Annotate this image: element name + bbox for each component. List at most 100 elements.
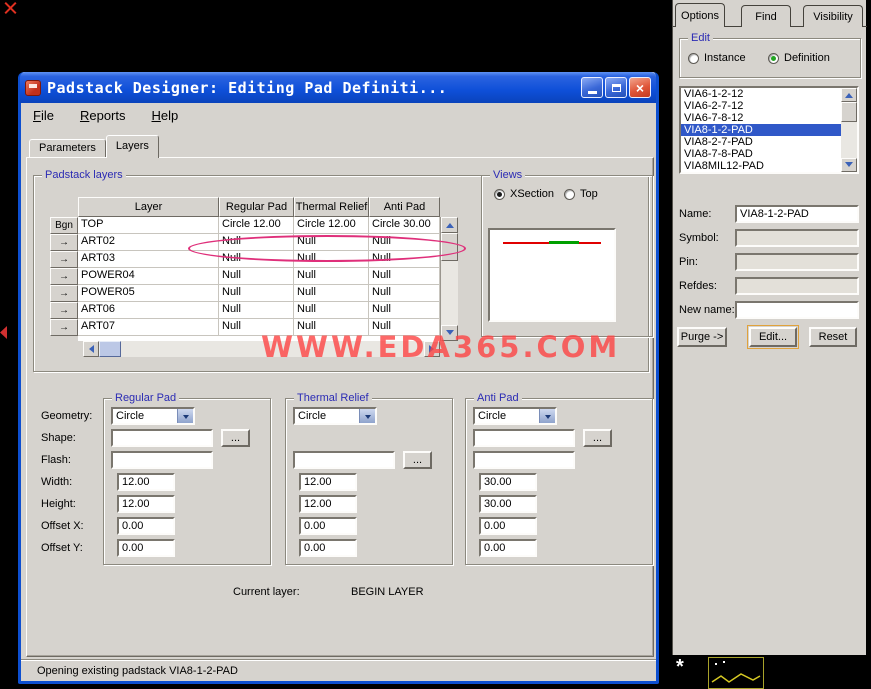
thermal-flash-input[interactable] [293,451,395,469]
header-anti-pad[interactable]: Anti Pad [369,197,440,217]
row-button-arrow[interactable]: → [50,251,78,268]
table-hscrollbar[interactable] [83,341,440,357]
cell-regular-pad[interactable]: Null [219,285,294,302]
thermal-geometry-combo[interactable]: Circle [293,407,377,425]
thermal-offset-x-input[interactable] [299,517,357,535]
cell-thermal-relief[interactable]: Circle 12.00 [294,217,369,234]
thermal-width-input[interactable] [299,473,357,491]
cell-thermal-relief[interactable]: Null [294,251,369,268]
cell-layer[interactable]: ART03 [78,251,219,268]
cell-regular-pad[interactable]: Null [219,302,294,319]
definition-radio[interactable]: Definition [768,52,830,64]
anti-geometry-combo[interactable]: Circle [473,407,557,425]
thermal-offset-y-input[interactable] [299,539,357,557]
cell-layer[interactable]: ART02 [78,234,219,251]
row-button-arrow[interactable]: → [50,234,78,251]
xsection-radio[interactable]: XSection [494,188,554,200]
tab-parameters[interactable]: Parameters [29,139,106,158]
anti-shape-input[interactable] [473,429,575,447]
tab-find[interactable]: Find [741,5,791,27]
cell-anti-pad[interactable]: Null [369,285,440,302]
titlebar[interactable]: Padstack Designer: Editing Pad Definiti.… [20,72,656,103]
regular-flash-input[interactable] [111,451,213,469]
anti-offset-y-input[interactable] [479,539,537,557]
anti-offset-x-input[interactable] [479,517,537,535]
cell-layer[interactable]: POWER05 [78,285,219,302]
maximize-button[interactable] [605,77,627,98]
list-item[interactable]: VIA8-2-7-PAD [681,136,841,148]
combo-dropdown-button[interactable] [177,409,193,423]
cell-anti-pad[interactable]: Null [369,251,440,268]
scroll-right-button[interactable] [424,341,440,357]
cell-thermal-relief[interactable]: Null [294,285,369,302]
regular-height-input[interactable] [117,495,175,513]
cell-anti-pad[interactable]: Null [369,302,440,319]
anti-flash-input[interactable] [473,451,575,469]
combo-dropdown-button[interactable] [359,409,375,423]
vscroll-thumb[interactable] [441,233,458,261]
thermal-flash-browse-button[interactable]: ... [403,451,432,469]
scroll-up-button[interactable] [441,217,458,233]
symbol-input[interactable] [735,229,859,247]
list-scrollbar[interactable] [841,88,857,172]
cell-anti-pad[interactable]: Null [369,268,440,285]
close-button[interactable]: × [629,77,651,98]
cell-anti-pad[interactable]: Null [369,234,440,251]
header-thermal-relief[interactable]: Thermal Relief [294,197,369,217]
list-item[interactable]: VIA8-7-8-PAD [681,148,841,160]
row-button-bgn[interactable]: Bgn [50,217,78,234]
instance-radio[interactable]: Instance [688,52,746,64]
table-vscrollbar[interactable] [441,217,458,341]
regular-shape-input[interactable] [111,429,213,447]
cell-regular-pad[interactable]: Circle 12.00 [219,217,294,234]
regular-offset-x-input[interactable] [117,517,175,535]
cell-layer[interactable]: POWER04 [78,268,219,285]
cell-thermal-relief[interactable]: Null [294,234,369,251]
menu-file[interactable]: File [29,107,58,124]
pin-input[interactable] [735,253,859,271]
list-scroll-thumb[interactable] [841,102,857,122]
row-button-arrow[interactable]: → [50,302,78,319]
world-view[interactable] [708,657,764,689]
regular-offset-y-input[interactable] [117,539,175,557]
header-layer[interactable]: Layer [78,197,219,217]
edit-button[interactable]: Edit... [747,325,799,349]
list-item-selected[interactable]: VIA8-1-2-PAD [681,124,841,136]
cell-regular-pad[interactable]: Null [219,251,294,268]
scroll-left-button[interactable] [83,341,99,357]
thermal-height-input[interactable] [299,495,357,513]
menu-help[interactable]: Help [148,107,183,124]
cell-layer[interactable]: ART07 [78,319,219,336]
top-radio[interactable]: Top [564,188,598,200]
purge-button[interactable]: Purge -> [677,327,727,347]
cell-regular-pad[interactable]: Null [219,234,294,251]
list-item[interactable]: VIA6-7-8-12 [681,112,841,124]
reset-button[interactable]: Reset [809,327,857,347]
tab-visibility[interactable]: Visibility [803,5,863,27]
tab-options[interactable]: Options [675,3,725,27]
anti-height-input[interactable] [479,495,537,513]
list-item[interactable]: VIA8MIL12-PAD [681,160,841,172]
cell-thermal-relief[interactable]: Null [294,302,369,319]
scroll-up-button[interactable] [841,88,857,102]
cell-anti-pad[interactable]: Null [369,319,440,336]
scroll-down-button[interactable] [441,325,458,341]
scroll-down-button[interactable] [841,158,857,172]
combo-dropdown-button[interactable] [539,409,555,423]
padstack-list[interactable]: VIA6-1-2-12 VIA6-2-7-12 VIA6-7-8-12 VIA8… [679,86,859,174]
regular-geometry-combo[interactable]: Circle [111,407,195,425]
cell-anti-pad[interactable]: Circle 30.00 [369,217,440,234]
minimize-button[interactable] [581,77,603,98]
new-name-input[interactable] [735,301,859,319]
anti-shape-browse-button[interactable]: ... [583,429,612,447]
cell-layer[interactable]: ART06 [78,302,219,319]
tab-layers[interactable]: Layers [105,135,159,158]
regular-shape-browse-button[interactable]: ... [221,429,250,447]
cell-regular-pad[interactable]: Null [219,319,294,336]
regular-width-input[interactable] [117,473,175,491]
name-input[interactable] [735,205,859,223]
cell-layer[interactable]: TOP [78,217,219,234]
list-item[interactable]: VIA6-2-7-12 [681,100,841,112]
header-regular-pad[interactable]: Regular Pad [219,197,294,217]
menu-reports[interactable]: Reports [76,107,130,124]
